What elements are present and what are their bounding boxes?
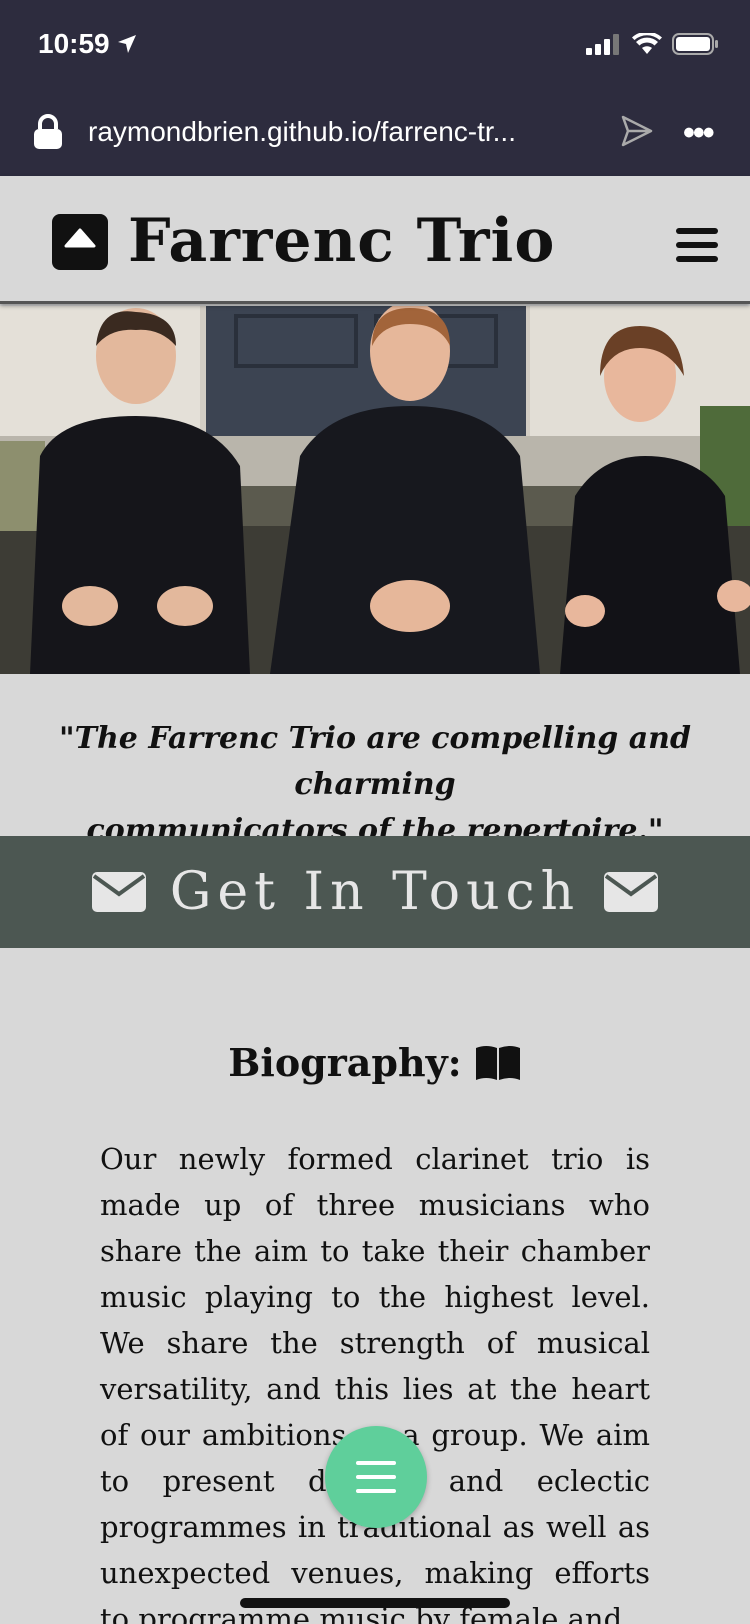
get-in-touch-label: Get In Touch xyxy=(169,862,581,922)
browser-address-bar[interactable]: raymondbrien.github.io/farrenc-tr... ••• xyxy=(0,92,750,176)
open-book-icon xyxy=(475,1045,520,1080)
location-arrow-icon xyxy=(117,35,136,53)
brand-title[interactable]: Farrenc Trio xyxy=(128,206,555,276)
status-icons xyxy=(586,32,720,56)
lock-icon xyxy=(34,114,62,149)
get-in-touch-button[interactable]: Get In Touch xyxy=(0,836,750,948)
status-bar: 10:59 xyxy=(0,0,750,92)
quote-line-1: "The Farrenc Trio are compelling and cha… xyxy=(59,721,691,802)
menu-hamburger-icon[interactable] xyxy=(676,228,718,270)
floating-menu-button[interactable] xyxy=(325,1426,427,1528)
testimonial-quote: "The Farrenc Trio are compelling and cha… xyxy=(0,716,750,854)
battery-icon xyxy=(672,33,718,55)
wifi-icon xyxy=(632,33,662,54)
biography-heading: Biography: xyxy=(0,1040,750,1085)
cellular-signal-icon xyxy=(586,34,619,55)
logo-icon[interactable] xyxy=(52,214,108,270)
url-text[interactable]: raymondbrien.github.io/farrenc-tr... xyxy=(88,116,608,148)
site-header: Farrenc Trio xyxy=(0,176,750,304)
envelope-icon xyxy=(91,872,146,912)
home-indicator xyxy=(240,1598,510,1608)
biography-heading-text: Biography: xyxy=(228,1040,462,1085)
status-time-text: 10:59 xyxy=(38,28,110,59)
share-send-icon[interactable] xyxy=(620,114,654,148)
hero-photo xyxy=(0,306,750,674)
biography-text: Our newly formed clarinet trio is made u… xyxy=(100,1142,650,1624)
more-options-icon[interactable]: ••• xyxy=(683,114,715,153)
status-time: 10:59 xyxy=(38,28,138,60)
envelope-icon xyxy=(604,872,659,912)
